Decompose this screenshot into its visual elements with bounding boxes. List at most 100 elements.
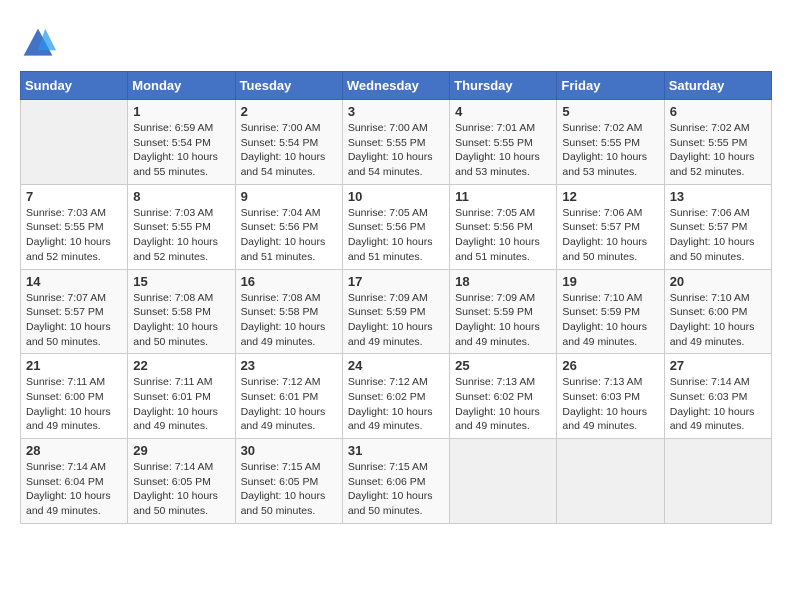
day-number: 8 [133, 189, 229, 204]
day-number: 1 [133, 104, 229, 119]
calendar-table: SundayMondayTuesdayWednesdayThursdayFrid… [20, 71, 772, 524]
calendar-cell: 7 Sunrise: 7:03 AM Sunset: 5:55 PM Daylig… [21, 184, 128, 269]
day-number: 18 [455, 274, 551, 289]
day-info: Sunrise: 7:03 AM Sunset: 5:55 PM Dayligh… [26, 206, 122, 265]
day-number: 6 [670, 104, 766, 119]
day-number: 24 [348, 358, 444, 373]
calendar-cell: 8 Sunrise: 7:03 AM Sunset: 5:55 PM Daylig… [128, 184, 235, 269]
day-number: 31 [348, 443, 444, 458]
calendar-cell: 29 Sunrise: 7:14 AM Sunset: 6:05 PM Dayli… [128, 439, 235, 524]
day-info: Sunrise: 7:10 AM Sunset: 5:59 PM Dayligh… [562, 291, 658, 350]
week-row-5: 28Sunrise: 7:14 AM Sunset: 6:04 PM Dayli… [21, 439, 772, 524]
calendar-cell: 5Sunrise: 7:02 AM Sunset: 5:55 PM Daylig… [557, 100, 664, 185]
day-info: Sunrise: 7:12 AM Sunset: 6:01 PM Dayligh… [241, 375, 337, 434]
calendar-cell: 23 Sunrise: 7:12 AM Sunset: 6:01 PM Dayli… [235, 354, 342, 439]
day-number: 17 [348, 274, 444, 289]
day-number: 23 [241, 358, 337, 373]
calendar-cell: 6 Sunrise: 7:02 AM Sunset: 5:55 PM Daylig… [664, 100, 771, 185]
header-sunday: Sunday [21, 72, 128, 100]
week-row-3: 14 Sunrise: 7:07 AM Sunset: 5:57 PM Dayli… [21, 269, 772, 354]
calendar-cell: 16 Sunrise: 7:08 AM Sunset: 5:58 PM Dayli… [235, 269, 342, 354]
day-number: 15 [133, 274, 229, 289]
calendar-cell: 27 Sunrise: 7:14 AM Sunset: 6:03 PM Dayli… [664, 354, 771, 439]
day-number: 9 [241, 189, 337, 204]
day-info: Sunrise: 7:15 AM Sunset: 6:06 PM Dayligh… [348, 460, 444, 519]
day-number: 30 [241, 443, 337, 458]
calendar-cell: 30 Sunrise: 7:15 AM Sunset: 6:05 PM Dayli… [235, 439, 342, 524]
day-number: 16 [241, 274, 337, 289]
day-number: 5 [562, 104, 658, 119]
day-info: Sunrise: 7:12 AM Sunset: 6:02 PM Dayligh… [348, 375, 444, 434]
calendar-cell: 25 Sunrise: 7:13 AM Sunset: 6:02 PM Dayli… [450, 354, 557, 439]
day-number: 25 [455, 358, 551, 373]
day-number: 12 [562, 189, 658, 204]
calendar-cell: 31 Sunrise: 7:15 AM Sunset: 6:06 PM Dayli… [342, 439, 449, 524]
day-number: 19 [562, 274, 658, 289]
day-info: Sunrise: 7:05 AM Sunset: 5:56 PM Dayligh… [455, 206, 551, 265]
calendar-cell: 22 Sunrise: 7:11 AM Sunset: 6:01 PM Dayli… [128, 354, 235, 439]
calendar-cell: 10Sunrise: 7:05 AM Sunset: 5:56 PM Dayli… [342, 184, 449, 269]
calendar-body: 1 Sunrise: 6:59 AM Sunset: 5:54 PM Daylig… [21, 100, 772, 524]
calendar-cell: 13Sunrise: 7:06 AM Sunset: 5:57 PM Dayli… [664, 184, 771, 269]
calendar-cell [664, 439, 771, 524]
week-row-2: 7 Sunrise: 7:03 AM Sunset: 5:55 PM Daylig… [21, 184, 772, 269]
day-info: Sunrise: 7:06 AM Sunset: 5:57 PM Dayligh… [670, 206, 766, 265]
day-info: Sunrise: 7:14 AM Sunset: 6:04 PM Dayligh… [26, 460, 122, 519]
day-number: 2 [241, 104, 337, 119]
day-info: Sunrise: 7:11 AM Sunset: 6:00 PM Dayligh… [26, 375, 122, 434]
calendar-cell: 20 Sunrise: 7:10 AM Sunset: 6:00 PM Dayli… [664, 269, 771, 354]
day-info: Sunrise: 7:02 AM Sunset: 5:55 PM Dayligh… [670, 121, 766, 180]
calendar-cell [450, 439, 557, 524]
header-tuesday: Tuesday [235, 72, 342, 100]
day-number: 14 [26, 274, 122, 289]
header-thursday: Thursday [450, 72, 557, 100]
day-info: Sunrise: 7:08 AM Sunset: 5:58 PM Dayligh… [133, 291, 229, 350]
day-number: 3 [348, 104, 444, 119]
day-info: Sunrise: 7:03 AM Sunset: 5:55 PM Dayligh… [133, 206, 229, 265]
day-info: Sunrise: 7:10 AM Sunset: 6:00 PM Dayligh… [670, 291, 766, 350]
day-info: Sunrise: 7:08 AM Sunset: 5:58 PM Dayligh… [241, 291, 337, 350]
day-number: 29 [133, 443, 229, 458]
day-info: Sunrise: 7:00 AM Sunset: 5:54 PM Dayligh… [241, 121, 337, 180]
calendar-cell: 3 Sunrise: 7:00 AM Sunset: 5:55 PM Daylig… [342, 100, 449, 185]
day-info: Sunrise: 7:13 AM Sunset: 6:02 PM Dayligh… [455, 375, 551, 434]
day-info: Sunrise: 7:07 AM Sunset: 5:57 PM Dayligh… [26, 291, 122, 350]
header-monday: Monday [128, 72, 235, 100]
calendar-cell: 18 Sunrise: 7:09 AM Sunset: 5:59 PM Dayli… [450, 269, 557, 354]
day-number: 11 [455, 189, 551, 204]
header-saturday: Saturday [664, 72, 771, 100]
day-info: Sunrise: 7:04 AM Sunset: 5:56 PM Dayligh… [241, 206, 337, 265]
day-info: Sunrise: 7:14 AM Sunset: 6:05 PM Dayligh… [133, 460, 229, 519]
day-number: 7 [26, 189, 122, 204]
calendar-cell: 28Sunrise: 7:14 AM Sunset: 6:04 PM Dayli… [21, 439, 128, 524]
day-info: Sunrise: 7:11 AM Sunset: 6:01 PM Dayligh… [133, 375, 229, 434]
calendar-cell: 2 Sunrise: 7:00 AM Sunset: 5:54 PM Daylig… [235, 100, 342, 185]
header-friday: Friday [557, 72, 664, 100]
day-info: Sunrise: 7:13 AM Sunset: 6:03 PM Dayligh… [562, 375, 658, 434]
day-number: 26 [562, 358, 658, 373]
calendar-cell: 4Sunrise: 7:01 AM Sunset: 5:55 PM Daylig… [450, 100, 557, 185]
day-info: Sunrise: 7:00 AM Sunset: 5:55 PM Dayligh… [348, 121, 444, 180]
calendar-cell: 12Sunrise: 7:06 AM Sunset: 5:57 PM Dayli… [557, 184, 664, 269]
day-number: 27 [670, 358, 766, 373]
day-info: Sunrise: 7:14 AM Sunset: 6:03 PM Dayligh… [670, 375, 766, 434]
day-info: Sunrise: 7:09 AM Sunset: 5:59 PM Dayligh… [455, 291, 551, 350]
header-wednesday: Wednesday [342, 72, 449, 100]
calendar-cell: 15 Sunrise: 7:08 AM Sunset: 5:58 PM Dayli… [128, 269, 235, 354]
day-number: 21 [26, 358, 122, 373]
calendar-cell: 9 Sunrise: 7:04 AM Sunset: 5:56 PM Daylig… [235, 184, 342, 269]
day-number: 22 [133, 358, 229, 373]
calendar-cell [557, 439, 664, 524]
calendar-cell: 14 Sunrise: 7:07 AM Sunset: 5:57 PM Dayli… [21, 269, 128, 354]
day-info: Sunrise: 7:09 AM Sunset: 5:59 PM Dayligh… [348, 291, 444, 350]
week-row-4: 21 Sunrise: 7:11 AM Sunset: 6:00 PM Dayli… [21, 354, 772, 439]
day-info: Sunrise: 7:15 AM Sunset: 6:05 PM Dayligh… [241, 460, 337, 519]
logo [20, 25, 60, 61]
day-info: Sunrise: 6:59 AM Sunset: 5:54 PM Dayligh… [133, 121, 229, 180]
day-number: 20 [670, 274, 766, 289]
calendar-cell: 21 Sunrise: 7:11 AM Sunset: 6:00 PM Dayli… [21, 354, 128, 439]
day-number: 10 [348, 189, 444, 204]
calendar-cell: 24 Sunrise: 7:12 AM Sunset: 6:02 PM Dayli… [342, 354, 449, 439]
calendar-cell: 19 Sunrise: 7:10 AM Sunset: 5:59 PM Dayli… [557, 269, 664, 354]
day-number: 4 [455, 104, 551, 119]
